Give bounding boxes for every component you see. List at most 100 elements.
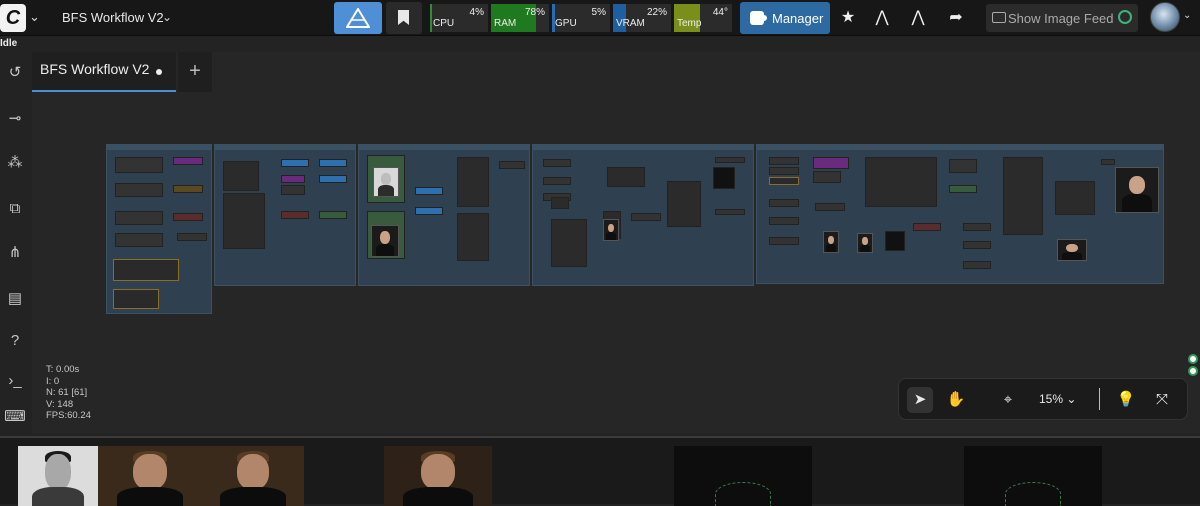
node[interactable]: [607, 167, 645, 187]
node[interactable]: [543, 177, 571, 185]
node[interactable]: [769, 177, 799, 185]
node[interactable]: [319, 211, 347, 219]
close-circle-icon[interactable]: [1188, 354, 1198, 364]
node[interactable]: [813, 157, 849, 169]
hand-tool-icon[interactable]: ✋: [943, 387, 969, 413]
node[interactable]: [713, 167, 735, 189]
workflows-icon[interactable]: ⋔: [4, 242, 26, 264]
star-icon[interactable]: ★: [832, 2, 864, 34]
node[interactable]: [813, 171, 841, 183]
avatar[interactable]: [1150, 2, 1180, 32]
templates-icon[interactable]: ▤: [4, 288, 26, 310]
select-tool-icon[interactable]: ➤: [907, 387, 933, 413]
node[interactable]: [281, 185, 305, 195]
node[interactable]: [173, 213, 203, 221]
keyboard-icon[interactable]: ⌨: [4, 406, 26, 428]
model-a-icon[interactable]: ⋀: [866, 2, 898, 34]
feed-image[interactable]: [98, 446, 202, 506]
node[interactable]: [415, 207, 443, 215]
chevron-down-icon[interactable]: ⌄: [29, 9, 40, 25]
side-toggle[interactable]: [1188, 354, 1198, 378]
note-node[interactable]: [113, 259, 179, 281]
node[interactable]: [865, 157, 937, 207]
hide-links-icon[interactable]: ⤧: [1149, 387, 1175, 413]
workflow-menu-chevron-icon[interactable]: ⌄: [162, 10, 172, 24]
settings-circle-icon[interactable]: [1188, 366, 1198, 376]
bookmark-button[interactable]: [386, 2, 422, 34]
feed-image[interactable]: [202, 446, 304, 506]
node[interactable]: [769, 199, 799, 207]
show-image-feed-button[interactable]: Show Image Feed: [986, 4, 1138, 32]
node[interactable]: [457, 157, 489, 207]
chevron-down-icon[interactable]: ⌄: [1183, 10, 1191, 21]
node[interactable]: [115, 233, 163, 247]
node[interactable]: [1003, 157, 1043, 235]
comfy-logo[interactable]: C: [0, 4, 26, 32]
node[interactable]: [223, 161, 259, 191]
node[interactable]: [963, 241, 991, 249]
node[interactable]: [769, 217, 799, 225]
model-b-icon[interactable]: ⋀: [902, 2, 934, 34]
node[interactable]: [715, 209, 745, 215]
history-icon[interactable]: ↺: [4, 62, 26, 84]
node[interactable]: [281, 175, 305, 183]
node[interactable]: [281, 211, 309, 219]
node[interactable]: [415, 187, 443, 195]
node[interactable]: [667, 181, 701, 227]
node[interactable]: [173, 185, 203, 193]
node[interactable]: [913, 223, 941, 231]
terminal-icon[interactable]: ›_: [4, 370, 26, 392]
node[interactable]: [115, 157, 163, 173]
node-group-loaders[interactable]: [106, 144, 212, 314]
node[interactable]: [173, 157, 203, 165]
node[interactable]: [115, 211, 163, 225]
node[interactable]: [949, 185, 977, 193]
node[interactable]: [499, 161, 525, 169]
node-group-settings[interactable]: [214, 144, 356, 286]
node[interactable]: [769, 167, 799, 175]
node[interactable]: [963, 261, 991, 269]
graph-canvas[interactable]: BFS Workflow V2 + T: 0.00s I: 0 N: 61 [6…: [32, 52, 1200, 434]
node[interactable]: [769, 237, 799, 245]
node[interactable]: [543, 159, 571, 167]
feed-image[interactable]: [674, 446, 812, 506]
feed-image[interactable]: [18, 446, 98, 506]
fit-view-icon[interactable]: ⌖: [995, 387, 1021, 413]
workflow-title[interactable]: BFS Workflow V2: [62, 10, 164, 25]
node[interactable]: [1055, 181, 1095, 215]
node[interactable]: [1101, 159, 1115, 165]
node[interactable]: [177, 233, 207, 241]
feed-image[interactable]: [964, 446, 1102, 506]
node[interactable]: [319, 159, 347, 167]
note-node[interactable]: [113, 289, 159, 309]
node[interactable]: [963, 223, 991, 231]
node[interactable]: [319, 175, 347, 183]
node-group-detailer[interactable]: [756, 144, 1164, 284]
zoom-level[interactable]: 15% ⌄: [1039, 392, 1076, 406]
node[interactable]: [715, 157, 745, 163]
node[interactable]: [769, 157, 799, 165]
node[interactable]: [457, 213, 489, 261]
queue-icon[interactable]: ⊸: [4, 108, 26, 130]
feed-image[interactable]: [384, 446, 492, 506]
share-icon[interactable]: ➦: [940, 2, 972, 34]
node-group-upscale[interactable]: [532, 144, 754, 286]
image-feed: [0, 436, 1200, 506]
node[interactable]: [949, 159, 977, 173]
node-library-icon[interactable]: ⁂: [4, 152, 26, 174]
node[interactable]: [551, 197, 569, 209]
lightbulb-icon[interactable]: 💡: [1113, 387, 1139, 413]
node-group-faceswap[interactable]: [358, 144, 530, 286]
temp-value: 44°: [712, 7, 728, 18]
manager-button[interactable]: Manager: [740, 2, 830, 34]
node[interactable]: [281, 159, 309, 167]
node[interactable]: [115, 183, 163, 197]
help-icon[interactable]: ?: [4, 330, 26, 352]
node[interactable]: [885, 231, 905, 251]
node[interactable]: [551, 219, 587, 267]
node[interactable]: [631, 213, 661, 221]
node[interactable]: [223, 193, 265, 249]
model-library-icon[interactable]: ⧉: [4, 198, 26, 220]
queue-run-button[interactable]: [334, 2, 382, 34]
node[interactable]: [815, 203, 845, 211]
